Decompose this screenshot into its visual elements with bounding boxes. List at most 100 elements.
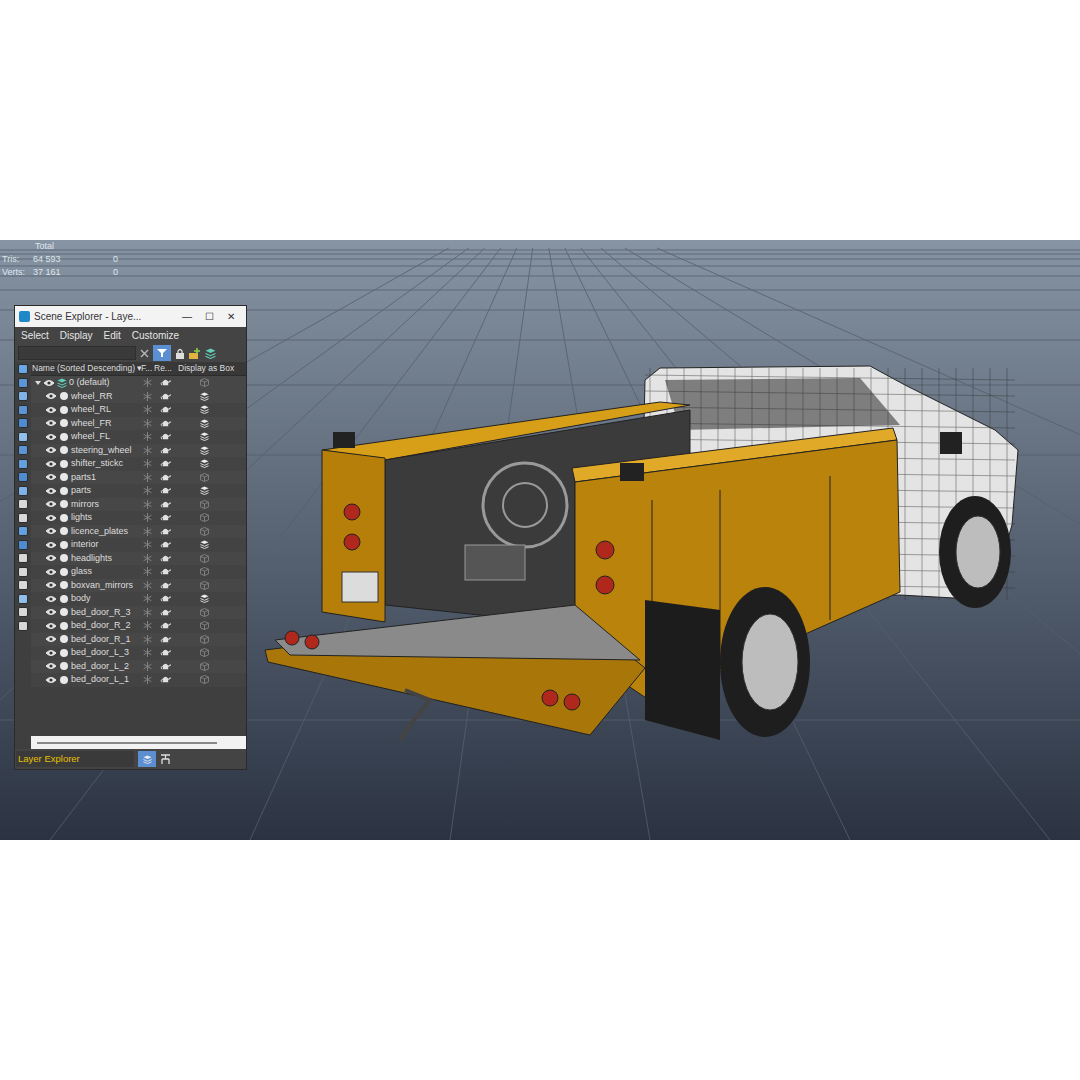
- cube-icon[interactable]: [200, 567, 209, 576]
- render-icon[interactable]: [160, 648, 171, 657]
- cube-icon[interactable]: [200, 662, 209, 671]
- cube-icon[interactable]: [200, 473, 209, 482]
- freeze-icon[interactable]: [143, 554, 152, 563]
- render-icon[interactable]: [160, 459, 171, 468]
- tool-icon[interactable]: [18, 567, 28, 577]
- layers-icon[interactable]: [200, 432, 209, 441]
- freeze-icon[interactable]: [143, 567, 152, 576]
- eye-icon[interactable]: [45, 419, 57, 427]
- menu-item[interactable]: Display: [60, 328, 93, 343]
- render-icon[interactable]: [160, 500, 171, 509]
- layer-row[interactable]: headlights: [31, 552, 246, 566]
- layer-row[interactable]: steering_wheel: [31, 444, 246, 458]
- menu-item[interactable]: Select: [21, 328, 49, 343]
- layers-icon[interactable]: [200, 459, 209, 468]
- render-icon[interactable]: [160, 581, 171, 590]
- layer-row[interactable]: lights: [31, 511, 246, 525]
- column-freeze[interactable]: F...: [141, 362, 154, 375]
- viewport[interactable]: TotalTris:64 5930Verts:37 1610Scene Expl…: [0, 240, 1080, 840]
- freeze-icon[interactable]: [143, 594, 152, 603]
- eye-icon[interactable]: [45, 460, 57, 468]
- cube-icon[interactable]: [200, 378, 209, 387]
- tool-icon[interactable]: [18, 607, 28, 617]
- freeze-icon[interactable]: [143, 446, 152, 455]
- eye-icon[interactable]: [45, 487, 57, 495]
- layer-row[interactable]: bed_door_L_2: [31, 660, 246, 674]
- freeze-icon[interactable]: [143, 405, 152, 414]
- cube-icon[interactable]: [200, 621, 209, 630]
- render-icon[interactable]: [160, 378, 171, 387]
- tool-icon[interactable]: [18, 499, 28, 509]
- eye-icon[interactable]: [45, 541, 57, 549]
- freeze-icon[interactable]: [143, 473, 152, 482]
- tool-icon[interactable]: [18, 432, 28, 442]
- layer-row[interactable]: wheel_FL: [31, 430, 246, 444]
- render-icon[interactable]: [160, 554, 171, 563]
- title-bar[interactable]: Scene Explorer - Laye...—☐✕: [15, 306, 246, 327]
- layer-row[interactable]: parts: [31, 484, 246, 498]
- layers-manager-icon[interactable]: [205, 348, 216, 359]
- render-icon[interactable]: [160, 567, 171, 576]
- freeze-icon[interactable]: [143, 662, 152, 671]
- freeze-icon[interactable]: [143, 378, 152, 387]
- explorer-selector[interactable]: Layer Explorer: [16, 751, 134, 767]
- freeze-icon[interactable]: [143, 392, 152, 401]
- eye-icon[interactable]: [45, 635, 57, 643]
- layer-row[interactable]: bed_door_L_1: [31, 673, 246, 687]
- layers-icon[interactable]: [200, 392, 209, 401]
- tool-icon[interactable]: [18, 621, 28, 631]
- cube-icon[interactable]: [200, 500, 209, 509]
- tool-icon[interactable]: [18, 472, 28, 482]
- render-icon[interactable]: [160, 392, 171, 401]
- cube-icon[interactable]: [200, 635, 209, 644]
- freeze-icon[interactable]: [143, 500, 152, 509]
- layer-row[interactable]: bed_door_R_1: [31, 633, 246, 647]
- layers-icon[interactable]: [200, 446, 209, 455]
- render-icon[interactable]: [160, 608, 171, 617]
- root-layer-row[interactable]: 0 (default): [31, 376, 246, 390]
- layer-row[interactable]: wheel_RR: [31, 390, 246, 404]
- layer-row[interactable]: interior: [31, 538, 246, 552]
- render-icon[interactable]: [160, 635, 171, 644]
- layer-row[interactable]: bed_door_R_3: [31, 606, 246, 620]
- clear-icon[interactable]: [140, 349, 149, 358]
- tool-icon[interactable]: [18, 594, 28, 604]
- render-icon[interactable]: [160, 527, 171, 536]
- layer-mode-button[interactable]: [138, 751, 156, 767]
- render-icon[interactable]: [160, 405, 171, 414]
- render-icon[interactable]: [160, 419, 171, 428]
- layer-row[interactable]: wheel_FR: [31, 417, 246, 431]
- cube-icon[interactable]: [200, 513, 209, 522]
- tool-icon[interactable]: [18, 486, 28, 496]
- layer-row[interactable]: shifter_stickc: [31, 457, 246, 471]
- render-icon[interactable]: [160, 513, 171, 522]
- layer-row[interactable]: wheel_RL: [31, 403, 246, 417]
- render-icon[interactable]: [160, 621, 171, 630]
- eye-icon[interactable]: [45, 433, 57, 441]
- tool-icon[interactable]: [18, 418, 28, 428]
- cube-icon[interactable]: [200, 581, 209, 590]
- render-icon[interactable]: [160, 446, 171, 455]
- layers-icon[interactable]: [200, 594, 209, 603]
- eye-icon[interactable]: [45, 595, 57, 603]
- freeze-icon[interactable]: [143, 581, 152, 590]
- tool-icon[interactable]: [18, 364, 28, 374]
- hierarchy-icon[interactable]: [160, 754, 171, 765]
- render-icon[interactable]: [160, 486, 171, 495]
- render-icon[interactable]: [160, 540, 171, 549]
- freeze-icon[interactable]: [143, 675, 152, 684]
- cube-icon[interactable]: [200, 527, 209, 536]
- scrollbar[interactable]: [31, 736, 246, 749]
- eye-icon[interactable]: [43, 379, 55, 387]
- window-control[interactable]: ☐: [198, 309, 220, 324]
- cube-icon[interactable]: [200, 608, 209, 617]
- layer-row[interactable]: bed_door_R_2: [31, 619, 246, 633]
- menu-item[interactable]: Edit: [104, 328, 121, 343]
- freeze-icon[interactable]: [143, 608, 152, 617]
- layer-row[interactable]: parts1: [31, 471, 246, 485]
- tool-icon[interactable]: [18, 391, 28, 401]
- eye-icon[interactable]: [45, 608, 57, 616]
- eye-icon[interactable]: [45, 581, 57, 589]
- freeze-icon[interactable]: [143, 459, 152, 468]
- column-name[interactable]: Name (Sorted Descending) ▾: [31, 362, 141, 375]
